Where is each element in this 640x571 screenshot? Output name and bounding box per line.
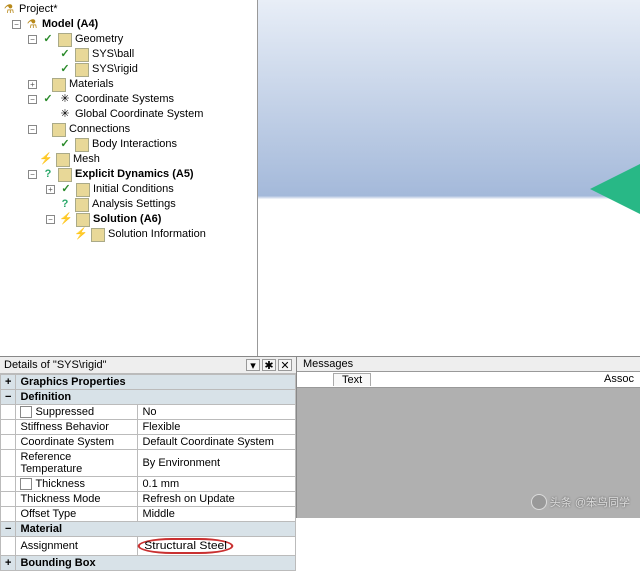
offset-value[interactable]: Middle [138, 507, 296, 522]
check-icon: ✓ [41, 33, 55, 47]
tree-as[interactable]: Analysis Settings [92, 197, 176, 212]
mesh-icon [56, 153, 70, 167]
tree-materials[interactable]: Materials [69, 77, 114, 92]
avatar-icon [531, 494, 547, 510]
collapse-icon[interactable]: − [28, 170, 37, 179]
graphics-section[interactable]: Graphics Properties [16, 375, 296, 390]
cs-value[interactable]: Default Coordinate System [138, 435, 296, 450]
tmode-value[interactable]: Refresh on Update [138, 492, 296, 507]
outline-tree[interactable]: ⚗Project* −⚗Model (A4) −✓Geometry ✓SYS\b… [0, 0, 258, 356]
graphics-viewport[interactable] [258, 0, 640, 356]
tab-assoc[interactable]: Assoc [604, 373, 634, 386]
tab-text[interactable]: Text [333, 373, 371, 386]
tree-ed[interactable]: Explicit Dynamics (A5) [75, 167, 194, 182]
assignment-value[interactable]: Structural Steel [138, 537, 296, 556]
stiffness-label: Stiffness Behavior [16, 420, 138, 435]
close-icon[interactable]: ✕ [278, 359, 292, 371]
lightning-icon: ⚡ [39, 153, 53, 167]
tree-project[interactable]: Project* [19, 2, 58, 17]
collapse-icon[interactable]: − [28, 125, 37, 134]
geometry-icon [58, 33, 72, 47]
thickness-label: Thickness [35, 478, 85, 490]
collapse-icon[interactable]: − [1, 522, 16, 537]
offset-label: Offset Type [16, 507, 138, 522]
checkbox[interactable] [20, 478, 32, 490]
ic-icon [76, 183, 90, 197]
tree-geometry[interactable]: Geometry [75, 32, 123, 47]
lightning-icon: ⚡ [59, 213, 73, 227]
project-icon: ⚗ [2, 3, 16, 17]
check-icon: ✓ [41, 93, 55, 107]
question-icon: ? [58, 198, 72, 212]
filter-icon: ⚗ [25, 18, 39, 32]
lightning-icon: ⚡ [74, 228, 88, 242]
tree-rigid[interactable]: SYS\rigid [92, 62, 138, 77]
bbox-section[interactable]: Bounding Box [16, 556, 296, 571]
model-surface[interactable] [590, 164, 640, 214]
expand-icon[interactable]: + [1, 375, 16, 390]
tree-gcs[interactable]: Global Coordinate System [75, 107, 203, 122]
materials-icon [52, 78, 66, 92]
messages-title: Messages [297, 357, 640, 372]
tree-sol[interactable]: Solution (A6) [93, 212, 161, 227]
collapse-icon[interactable]: − [46, 215, 55, 224]
stiffness-value[interactable]: Flexible [138, 420, 296, 435]
definition-section[interactable]: Definition [16, 390, 296, 405]
collapse-icon[interactable]: − [1, 390, 16, 405]
connections-icon [52, 123, 66, 137]
solinfo-icon [91, 228, 105, 242]
highlight-circle: Structural Steel [138, 538, 234, 554]
cs-label: Coordinate System [16, 435, 138, 450]
collapse-icon[interactable]: − [12, 20, 21, 29]
tree-cs[interactable]: Coordinate Systems [75, 92, 174, 107]
tree-model[interactable]: Model (A4) [42, 17, 98, 32]
watermark: 头条 @笨鸟同学 [531, 494, 630, 510]
body-icon [75, 63, 89, 77]
details-title: Details of "SYS\rigid" [4, 359, 107, 371]
tree-mesh[interactable]: Mesh [73, 152, 100, 167]
analysis-icon [58, 168, 72, 182]
tree-ball[interactable]: SYS\ball [92, 47, 134, 62]
tree-si[interactable]: Solution Information [108, 227, 206, 242]
settings-icon [75, 198, 89, 212]
question-icon: ? [41, 168, 55, 182]
solution-icon [76, 213, 90, 227]
reftemp-value[interactable]: By Environment [138, 450, 296, 477]
check-icon: ✓ [58, 138, 72, 152]
axis-icon: ✳ [58, 108, 72, 122]
body-int-icon [75, 138, 89, 152]
assignment-label: Assignment [16, 537, 138, 556]
check-icon: ✓ [58, 48, 72, 62]
suppressed-value[interactable]: No [138, 405, 296, 420]
expand-icon[interactable]: + [28, 80, 37, 89]
material-section[interactable]: Material [16, 522, 296, 537]
reftemp-label: Reference Temperature [16, 450, 138, 477]
tree-bi[interactable]: Body Interactions [92, 137, 177, 152]
axis-icon: ✳ [58, 93, 72, 107]
check-icon: ✓ [59, 183, 73, 197]
dropdown-icon[interactable]: ▾ [246, 359, 260, 371]
body-icon [75, 48, 89, 62]
tmode-label: Thickness Mode [16, 492, 138, 507]
thickness-value[interactable]: 0.1 mm [138, 477, 296, 492]
expand-icon[interactable]: + [46, 185, 55, 194]
expand-icon[interactable]: + [1, 556, 16, 571]
checkbox[interactable] [20, 406, 32, 418]
details-panel: Details of "SYS\rigid" ▾ ✱ ✕ +Graphics P… [0, 357, 297, 518]
tree-ic[interactable]: Initial Conditions [93, 182, 174, 197]
check-icon: ✓ [58, 63, 72, 77]
pin-icon[interactable]: ✱ [262, 359, 276, 371]
collapse-icon[interactable]: − [28, 95, 37, 104]
tree-conn[interactable]: Connections [69, 122, 130, 137]
collapse-icon[interactable]: − [28, 35, 37, 44]
suppressed-label: Suppressed [35, 406, 94, 418]
